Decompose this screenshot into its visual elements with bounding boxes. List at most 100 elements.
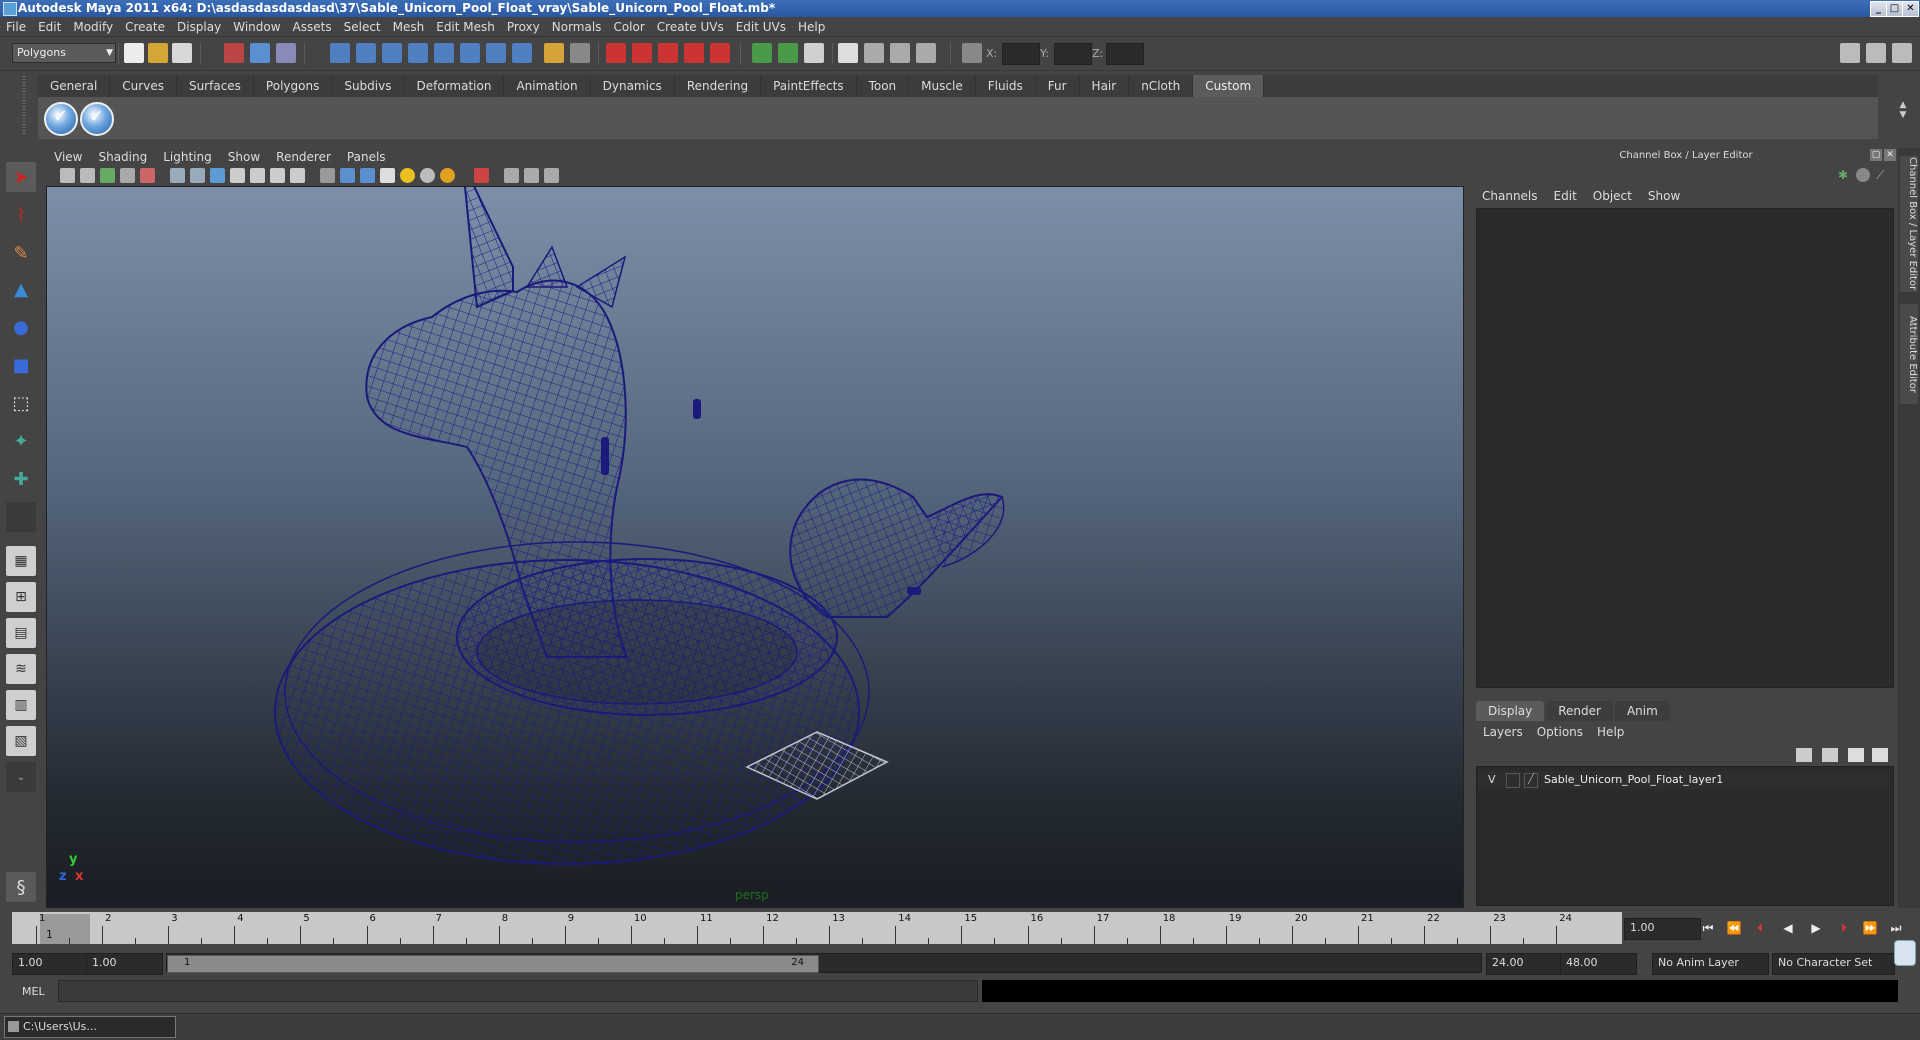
viewport-menu-panels[interactable]: Panels xyxy=(339,148,394,166)
channel-object-menu[interactable]: Object xyxy=(1585,186,1640,206)
default-light-icon[interactable] xyxy=(400,168,415,183)
all-lights-icon[interactable] xyxy=(420,168,435,183)
channel-box-list[interactable] xyxy=(1476,208,1894,688)
soft-mod-icon[interactable]: ✦ xyxy=(6,426,36,456)
command-input[interactable] xyxy=(58,980,978,1002)
input-output-icon[interactable] xyxy=(752,43,772,63)
graph-persp-layout-icon[interactable]: ≋ xyxy=(6,654,36,684)
grease-pencil-icon[interactable] xyxy=(544,168,559,183)
step-back-key-icon[interactable]: ⏪ xyxy=(1724,921,1744,937)
custom-shelf-check-icon-2[interactable] xyxy=(80,102,114,136)
tab-custom[interactable]: Custom xyxy=(1193,75,1265,97)
menu-assets[interactable]: Assets xyxy=(287,17,338,37)
select-tool-icon[interactable]: ➤ xyxy=(6,162,36,192)
minimize-icon[interactable]: _ xyxy=(1870,1,1887,17)
channel-show-menu[interactable]: Show xyxy=(1640,186,1688,206)
tab-hair[interactable]: Hair xyxy=(1080,75,1130,97)
close-icon[interactable]: ✕ xyxy=(1902,1,1919,17)
menu-color[interactable]: Color xyxy=(607,17,650,37)
outliner-persp-layout-icon[interactable]: ▤ xyxy=(6,618,36,648)
step-forward-frame-icon[interactable]: ⏵ xyxy=(1834,921,1854,937)
move-layer-down-icon[interactable] xyxy=(1822,748,1838,762)
select-curves-icon[interactable] xyxy=(382,43,402,63)
start-time-field[interactable]: 1.00 xyxy=(12,953,89,975)
selected-lights-icon[interactable] xyxy=(440,168,455,183)
channels-menu[interactable]: Channels xyxy=(1474,186,1546,206)
render-settings-icon[interactable] xyxy=(890,43,910,63)
move-layer-up-icon[interactable] xyxy=(1796,748,1812,762)
select-object-icon[interactable] xyxy=(250,43,270,63)
step-back-frame-icon[interactable]: ⏴ xyxy=(1750,921,1770,937)
playback-end-field[interactable]: 24.00 xyxy=(1486,953,1563,975)
universal-manip-icon[interactable]: ⬚ xyxy=(6,388,36,418)
bookmark-icon[interactable] xyxy=(100,168,115,183)
snap-point-icon[interactable] xyxy=(658,43,678,63)
tab-display[interactable]: Display xyxy=(1476,701,1545,721)
layer-row[interactable]: V ╱ Sable_Unicorn_Pool_Float_layer1 xyxy=(1478,771,1890,789)
layer-name[interactable]: Sable_Unicorn_Pool_Float_layer1 xyxy=(1544,773,1723,786)
show-manip-icon[interactable]: ✚ xyxy=(6,464,36,494)
current-time-field[interactable]: 1.00 xyxy=(1624,918,1701,940)
menu-window[interactable]: Window xyxy=(227,17,286,37)
time-slider[interactable]: 1 1 2 3 4 5 6 7 8 9 10 11 12 13 14 15 16 17 18 19 20 21 22 23 2… xyxy=(12,912,1622,944)
menu-create[interactable]: Create xyxy=(119,17,171,37)
layer-options-menu[interactable]: Options xyxy=(1530,722,1590,742)
viewport-menu-renderer[interactable]: Renderer xyxy=(268,148,339,166)
menu-display[interactable]: Display xyxy=(171,17,227,37)
tab-ncloth[interactable]: nCloth xyxy=(1129,75,1194,97)
range-slider-bar[interactable]: 1 24 xyxy=(167,955,819,973)
channel-edit-menu[interactable]: Edit xyxy=(1546,186,1585,206)
panel-float-icon[interactable]: ▢ xyxy=(1870,149,1882,161)
tab-fluids[interactable]: Fluids xyxy=(976,75,1036,97)
scale-tool-icon[interactable]: ■ xyxy=(6,350,36,380)
transform-mode-icon[interactable] xyxy=(962,43,982,63)
layer-visibility-toggle[interactable]: V xyxy=(1488,773,1496,786)
viewport-menu-shading[interactable]: Shading xyxy=(90,148,155,166)
save-scene-icon[interactable] xyxy=(172,43,192,63)
current-frame-marker[interactable]: 1 xyxy=(40,914,90,944)
use-lights-icon[interactable] xyxy=(250,168,265,183)
select-handles-icon[interactable] xyxy=(330,43,350,63)
single-pane-layout-icon[interactable]: ▦ xyxy=(6,546,36,576)
minimized-window-item[interactable]: C:\Users\Us... xyxy=(4,1016,176,1038)
select-joints-icon[interactable] xyxy=(356,43,376,63)
camera-select-icon[interactable] xyxy=(60,168,75,183)
xray-joints-icon[interactable] xyxy=(360,168,375,183)
menu-mesh[interactable]: Mesh xyxy=(387,17,431,37)
maximize-icon[interactable]: □ xyxy=(1886,1,1903,17)
texture-toggle-icon[interactable] xyxy=(290,168,305,183)
tab-attribute-editor[interactable]: Attribute Editor xyxy=(1900,304,1918,404)
tab-fur[interactable]: Fur xyxy=(1036,75,1080,97)
wireframe-on-shaded-icon[interactable] xyxy=(210,168,225,183)
xray-icon[interactable] xyxy=(340,168,355,183)
tab-polygons[interactable]: Polygons xyxy=(254,75,333,97)
menu-help[interactable]: Help xyxy=(792,17,831,37)
viewport-menu-lighting[interactable]: Lighting xyxy=(155,148,220,166)
menu-proxy[interactable]: Proxy xyxy=(501,17,546,37)
isolate-select-icon[interactable] xyxy=(320,168,335,183)
new-layer-selected-icon[interactable] xyxy=(1872,748,1888,762)
rotate-tool-icon[interactable]: ● xyxy=(6,312,36,342)
keyframe-prefs-icon[interactable] xyxy=(1894,940,1916,966)
grid-toggle-icon[interactable] xyxy=(140,168,155,183)
more-layouts-icon[interactable]: ⌄ xyxy=(6,762,36,792)
perspective-viewport[interactable]: y x z persp xyxy=(46,186,1464,908)
select-deformations-icon[interactable] xyxy=(434,43,454,63)
select-misc-icon[interactable] xyxy=(512,43,532,63)
menu-normals[interactable]: Normals xyxy=(546,17,608,37)
snap-grid-icon[interactable] xyxy=(606,43,626,63)
go-to-start-icon[interactable]: ⏮ xyxy=(1698,921,1718,937)
tab-dynamics[interactable]: Dynamics xyxy=(591,75,675,97)
tab-muscle[interactable]: Muscle xyxy=(909,75,976,97)
new-scene-icon[interactable] xyxy=(124,43,144,63)
maya-logo-icon[interactable]: § xyxy=(6,872,36,902)
tab-toon[interactable]: Toon xyxy=(857,75,910,97)
go-to-end-icon[interactable]: ⏭ xyxy=(1886,921,1906,937)
paint-select-tool-icon[interactable]: ✎ xyxy=(6,238,36,268)
range-slider[interactable]: 1 24 xyxy=(166,953,1482,973)
pin-icon[interactable]: ⟋ xyxy=(1876,168,1890,182)
layer-color-icon[interactable]: ╱ xyxy=(1524,773,1538,788)
tab-render[interactable]: Render xyxy=(1546,701,1613,721)
tab-deformation[interactable]: Deformation xyxy=(404,75,505,97)
menu-edit-mesh[interactable]: Edit Mesh xyxy=(430,17,501,37)
